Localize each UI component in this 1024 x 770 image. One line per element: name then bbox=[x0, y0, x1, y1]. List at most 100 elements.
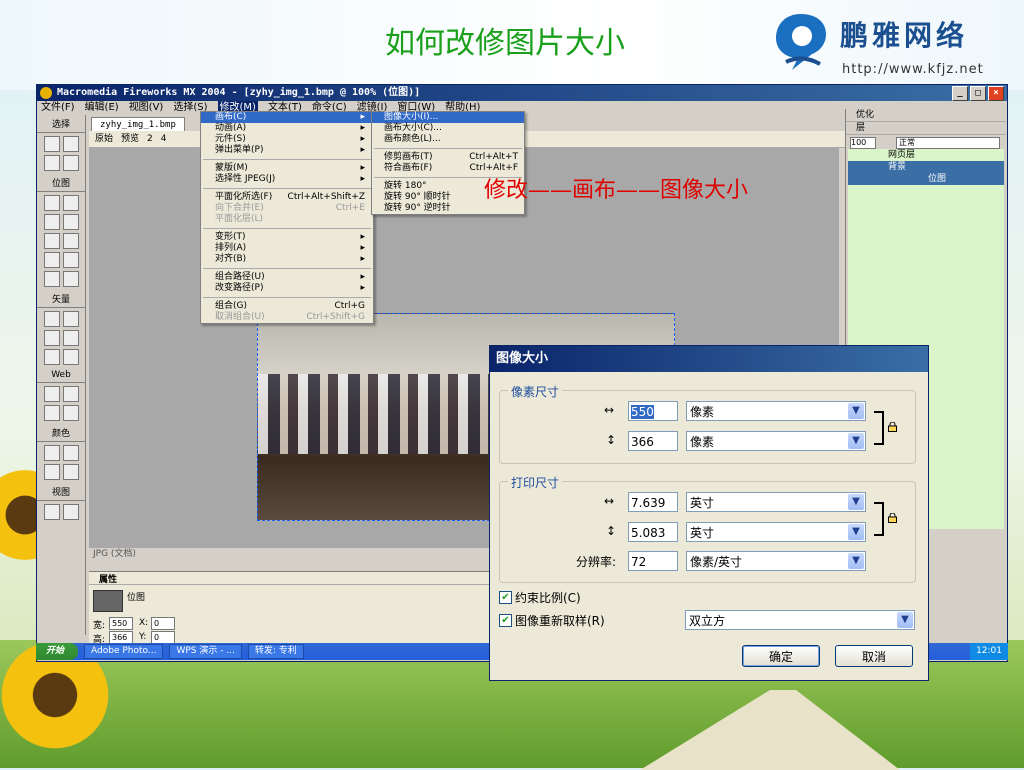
menu-item-transform[interactable]: 变形(T) ▸ bbox=[201, 232, 373, 243]
resample-image-checkbox[interactable]: ✔ 图像重新取样(R) bbox=[499, 612, 605, 629]
tab-original[interactable]: 原始 bbox=[95, 131, 113, 147]
pixel-width-unit-select[interactable]: 像素 ▼ bbox=[686, 401, 866, 421]
menu-item-image-size[interactable]: 图像大小(I)... bbox=[372, 112, 524, 123]
constrain-proportions-checkbox[interactable]: ✔ 约束比例(C) bbox=[499, 589, 581, 606]
rubber-stamp-tool-icon[interactable] bbox=[62, 252, 79, 268]
resolution-label: 分辨率: bbox=[576, 555, 617, 569]
x-field[interactable]: 0 bbox=[151, 617, 175, 630]
brush-tool-icon[interactable] bbox=[62, 214, 79, 230]
menu-item-animation[interactable]: 动画(A) ▸ bbox=[201, 123, 373, 134]
pen-tool-icon[interactable] bbox=[62, 311, 79, 327]
layer-bitmap[interactable]: 位图 bbox=[848, 173, 1004, 185]
optimize-panel-header[interactable]: 优化 bbox=[846, 109, 1006, 122]
pixel-height-unit-select[interactable]: 像素 ▼ bbox=[686, 431, 866, 451]
hand-tool-icon[interactable] bbox=[43, 504, 60, 520]
print-height-unit-select[interactable]: 英寸 ▼ bbox=[686, 522, 866, 542]
resolution-unit-select[interactable]: 像素/英寸 ▼ bbox=[686, 551, 866, 571]
layer-web[interactable]: 网页层 bbox=[848, 149, 1004, 161]
scale-tool-icon[interactable] bbox=[43, 155, 60, 171]
rectangle-tool-icon[interactable] bbox=[43, 330, 60, 346]
print-height-input[interactable]: 5.083 bbox=[628, 522, 678, 542]
lasso-tool-icon[interactable] bbox=[62, 195, 79, 211]
blur-tool-icon[interactable] bbox=[43, 252, 60, 268]
maximize-button[interactable]: □ bbox=[970, 86, 986, 101]
show-slices-icon[interactable] bbox=[62, 405, 79, 421]
print-width-input[interactable]: 7.639 bbox=[628, 492, 678, 512]
menu-item-canvas-size[interactable]: 画布大小(C)... bbox=[372, 123, 524, 134]
menu-file[interactable]: 文件(F) bbox=[41, 101, 75, 115]
stroke-color-icon[interactable] bbox=[43, 445, 60, 461]
pencil-tool-icon[interactable] bbox=[43, 233, 60, 249]
taskbar-item-forward[interactable]: 转发: 专利 bbox=[247, 644, 304, 659]
layer-opacity-field[interactable]: 100 bbox=[850, 137, 876, 149]
pixel-dimensions-group: 像素尺寸 ↔ 550 像素 ▼ ↕ 366 像素 ▼ bbox=[499, 383, 916, 464]
menu-item-group[interactable]: 组合(G) Ctrl+G bbox=[201, 301, 373, 312]
print-width-unit-select[interactable]: 英寸 ▼ bbox=[686, 492, 866, 512]
company-logo: 鹏雅网络 http://www.kfjz.net bbox=[772, 10, 1012, 80]
width-field[interactable]: 550 bbox=[109, 617, 133, 630]
taskbar-item-wps[interactable]: WPS 演示 - ... bbox=[169, 644, 242, 659]
properties-panel: 属性 位图 宽: 550 高: 366 X: 0 Y: 0 bbox=[89, 571, 539, 652]
resample-method-select[interactable]: 双立方 ▼ bbox=[685, 610, 915, 630]
tab-preview[interactable]: 预览 bbox=[121, 131, 139, 147]
menu-item-symbol[interactable]: 元件(S) ▸ bbox=[201, 134, 373, 145]
paint-bucket-tool-icon[interactable] bbox=[62, 271, 79, 287]
pixel-width-input[interactable]: 550 bbox=[628, 401, 678, 421]
marquee-tool-icon[interactable] bbox=[43, 195, 60, 211]
tab-2up[interactable]: 2 bbox=[147, 131, 153, 147]
submenu-arrow-icon: ▸ bbox=[360, 243, 365, 253]
menu-item-arrange[interactable]: 排列(A) ▸ bbox=[201, 243, 373, 254]
text-tool-icon[interactable] bbox=[62, 330, 79, 346]
no-stroke-icon[interactable] bbox=[62, 445, 79, 461]
menu-item-alter-path[interactable]: 改变路径(P) ▸ bbox=[201, 283, 373, 294]
blend-mode-select[interactable]: 正常 bbox=[896, 137, 1000, 149]
resolution-input[interactable]: 72 bbox=[628, 551, 678, 571]
eraser-tool-icon[interactable] bbox=[62, 233, 79, 249]
chevron-down-icon: ▼ bbox=[897, 612, 913, 628]
cancel-button[interactable]: 取消 bbox=[835, 645, 913, 667]
tab-4up[interactable]: 4 bbox=[161, 131, 167, 147]
freeform-tool-icon[interactable] bbox=[43, 349, 60, 365]
menu-item-canvas[interactable]: 画布(C) ▸ bbox=[201, 112, 373, 123]
menu-item-align[interactable]: 对齐(B) ▸ bbox=[201, 254, 373, 265]
menu-edit[interactable]: 编辑(E) bbox=[85, 101, 119, 115]
menu-item-selective-jpeg[interactable]: 选择性 JPEG(J) ▸ bbox=[201, 174, 373, 185]
subselect-tool-icon[interactable] bbox=[62, 136, 79, 152]
eyedropper-tool-icon[interactable] bbox=[43, 271, 60, 287]
width-arrow-icon: ↔ bbox=[604, 403, 615, 417]
layer-background[interactable]: 背景 bbox=[848, 161, 1004, 173]
lock-icon bbox=[888, 513, 897, 523]
bitmap-thumbnail bbox=[93, 590, 123, 612]
menu-item-combine-paths[interactable]: 组合路径(U) ▸ bbox=[201, 272, 373, 283]
fill-color-icon[interactable] bbox=[43, 464, 60, 480]
minimize-button[interactable]: _ bbox=[952, 86, 968, 101]
menu-item-flatten-selection[interactable]: 平面化所选(F) Ctrl+Alt+Shift+Z bbox=[201, 192, 373, 203]
knife-tool-icon[interactable] bbox=[62, 349, 79, 365]
zoom-tool-icon[interactable] bbox=[62, 504, 79, 520]
menu-item-popup-menu[interactable]: 弹出菜单(P) ▸ bbox=[201, 145, 373, 156]
menu-item-rotate-90-ccw[interactable]: 旋转 90° 逆时针 bbox=[372, 203, 524, 214]
taskbar-item-photoshop[interactable]: Adobe Photo... bbox=[84, 644, 164, 659]
menu-item-mask[interactable]: 蒙版(M) ▸ bbox=[201, 163, 373, 174]
submenu-arrow-icon: ▸ bbox=[360, 254, 365, 264]
line-tool-icon[interactable] bbox=[43, 311, 60, 327]
tools-section-web: Web bbox=[37, 368, 85, 383]
swap-colors-icon[interactable] bbox=[62, 464, 79, 480]
layers-panel-header[interactable]: 层 bbox=[846, 122, 1006, 135]
pixel-height-input[interactable]: 366 bbox=[628, 431, 678, 451]
start-button[interactable]: 开始 bbox=[36, 643, 79, 660]
window-titlebar[interactable]: Macromedia Fireworks MX 2004 - [zyhy_img… bbox=[37, 85, 1007, 101]
menu-item-trim-canvas[interactable]: 修剪画布(T) Ctrl+Alt+T bbox=[372, 152, 524, 163]
tools-section-bitmap: 位图 bbox=[37, 174, 85, 192]
slice-tool-icon[interactable] bbox=[62, 386, 79, 402]
menu-item-canvas-color[interactable]: 画布颜色(L)... bbox=[372, 134, 524, 145]
pointer-tool-icon[interactable] bbox=[43, 136, 60, 152]
hotspot-tool-icon[interactable] bbox=[43, 386, 60, 402]
close-button[interactable]: × bbox=[988, 86, 1004, 101]
crop-tool-icon[interactable] bbox=[62, 155, 79, 171]
magic-wand-tool-icon[interactable] bbox=[43, 214, 60, 230]
menu-view[interactable]: 视图(V) bbox=[129, 101, 164, 115]
dialog-title[interactable]: 图像大小 bbox=[490, 346, 928, 372]
ok-button[interactable]: 确定 bbox=[742, 645, 820, 667]
hide-slices-icon[interactable] bbox=[43, 405, 60, 421]
